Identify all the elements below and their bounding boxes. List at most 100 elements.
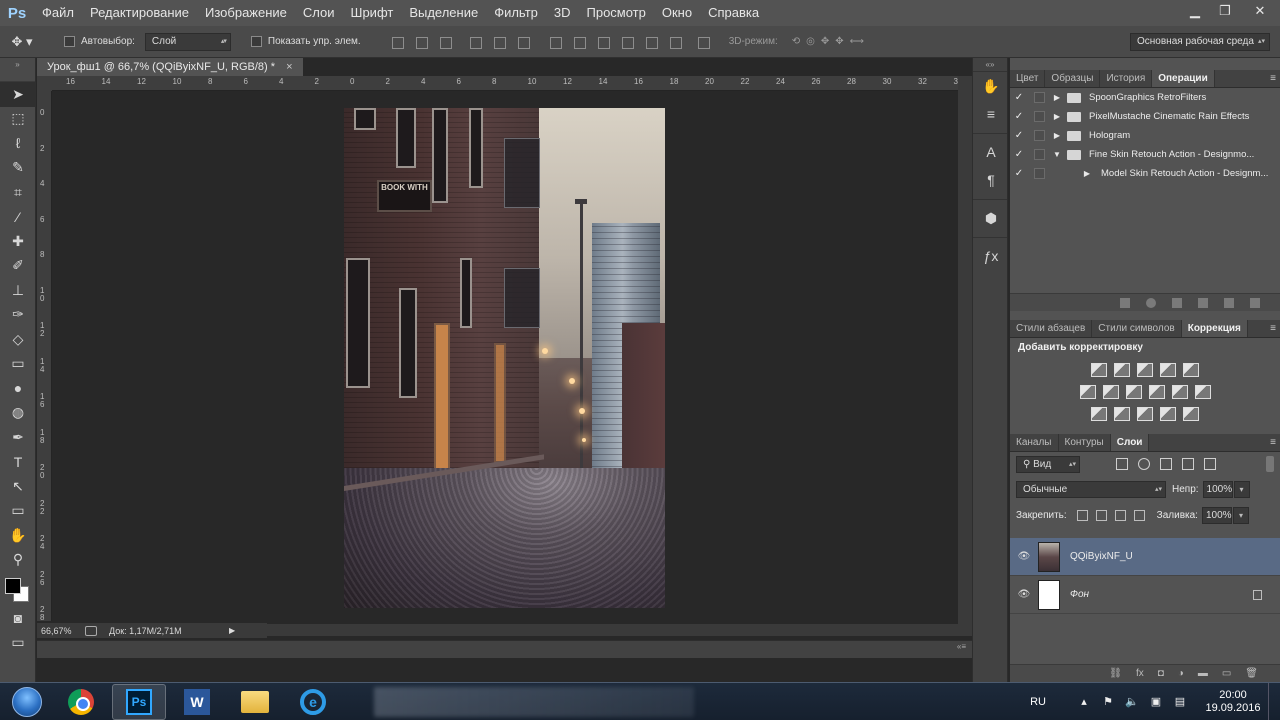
layer-row[interactable]: 👁 Фон xyxy=(1010,576,1280,614)
black-white-icon[interactable] xyxy=(1125,385,1142,399)
pen-tool-button[interactable]: ✒ xyxy=(0,425,36,450)
language-indicator[interactable]: RU xyxy=(1030,696,1046,708)
3d-panel-icon[interactable]: ⬢ xyxy=(973,204,1009,232)
visibility-eye-icon[interactable]: 👁 xyxy=(1010,589,1038,600)
brush-settings-icon[interactable]: ≡ xyxy=(973,100,1009,128)
screen-mode-button[interactable]: ▭ xyxy=(0,631,36,656)
crop-tool-button[interactable]: ⌗ xyxy=(0,180,36,205)
menu-item-9[interactable]: Окно xyxy=(654,0,700,26)
panel-menu-icon[interactable]: «≡ xyxy=(957,642,966,651)
layer-thumbnail[interactable] xyxy=(1038,579,1060,610)
horizontal-ruler[interactable]: 16 14 12 10 8 6 4 2 0 2 4 6 8 10 12 14 16 18 20 22 24 26 28 30 3… xyxy=(52,76,958,91)
taskbar-word[interactable]: W xyxy=(170,684,224,720)
blur-tool-button[interactable]: ● xyxy=(0,376,36,401)
start-button[interactable] xyxy=(0,683,54,720)
layer-row[interactable]: 👁 QQiByixNF_U xyxy=(1010,538,1280,576)
channel-mixer-icon[interactable] xyxy=(1171,385,1188,399)
opacity-input[interactable]: 100% xyxy=(1202,480,1233,498)
layer-name[interactable]: QQiByixNF_U xyxy=(1070,551,1133,562)
distribute-left-icon[interactable] xyxy=(617,34,637,50)
exposure-icon[interactable] xyxy=(1160,363,1176,377)
delete-layer-icon[interactable]: 🗑 xyxy=(1245,668,1258,679)
status-info-icon[interactable] xyxy=(85,625,97,636)
quick-mask-button[interactable]: ◙ xyxy=(0,606,36,631)
distribute-vcenter-icon[interactable] xyxy=(569,34,589,50)
adjustments-panel-tab-2[interactable]: Коррекция xyxy=(1181,320,1248,337)
move-tool-icon[interactable]: ✥ ▾ xyxy=(0,34,44,50)
actions-panel-tab-2[interactable]: История xyxy=(1100,70,1153,87)
history-brush-tool-button[interactable]: ✑ xyxy=(0,303,36,328)
power-icon[interactable]: ▤ xyxy=(1173,695,1187,709)
tools-collapse-icon[interactable]: » xyxy=(0,58,35,82)
layers-panel-menu-icon[interactable]: ≡ xyxy=(1270,434,1276,452)
add-mask-icon[interactable]: ◘ xyxy=(1158,668,1164,679)
actions-panel-menu-icon[interactable]: ≡ xyxy=(1270,70,1276,88)
action-dialog-toggle[interactable] xyxy=(1034,130,1045,141)
align-right-icon[interactable] xyxy=(513,34,533,50)
filter-toggle[interactable] xyxy=(1266,456,1274,472)
brush-tool-button[interactable]: ✐ xyxy=(0,254,36,279)
healing-tool-button[interactable]: ✚ xyxy=(0,229,36,254)
taskbar-chrome[interactable] xyxy=(54,684,108,720)
horizontal-scrollbar[interactable] xyxy=(252,624,958,636)
action-center-icon[interactable]: ⚑ xyxy=(1101,695,1115,709)
layers-panel-tab-0[interactable]: Каналы xyxy=(1010,434,1059,451)
menu-item-4[interactable]: Шрифт xyxy=(343,0,402,26)
play-icon[interactable] xyxy=(1172,297,1182,308)
color-lookup-icon[interactable] xyxy=(1194,385,1211,399)
autoselect-checkbox[interactable] xyxy=(64,36,75,47)
gradient-tool-button[interactable]: ▭ xyxy=(0,352,36,377)
opacity-dropdown-icon[interactable]: ▾ xyxy=(1233,480,1250,498)
collapsed-triangle-icon[interactable]: ▶ xyxy=(1051,112,1063,121)
action-toggle-check-icon[interactable]: ✓ xyxy=(1010,111,1028,122)
filter-smart-object-icon[interactable] xyxy=(1204,458,1216,470)
collapsed-triangle-icon[interactable]: ▶ xyxy=(1051,93,1063,102)
expanded-triangle-icon[interactable]: ▼ xyxy=(1051,150,1063,159)
autoselect-dropdown[interactable]: Слой xyxy=(144,32,231,51)
threshold-icon[interactable] xyxy=(1137,407,1153,421)
lock-image-icon[interactable] xyxy=(1095,509,1107,521)
record-icon[interactable] xyxy=(1146,297,1156,308)
layers-panel-tab-1[interactable]: Контуры xyxy=(1059,434,1111,451)
align-top-icon[interactable] xyxy=(387,34,407,50)
dodge-tool-button[interactable]: ◍ xyxy=(0,401,36,426)
vertical-scrollbar[interactable] xyxy=(958,76,972,636)
menu-item-1[interactable]: Редактирование xyxy=(82,0,197,26)
color-balance-icon[interactable] xyxy=(1102,385,1119,399)
distribute-hcenter-icon[interactable] xyxy=(641,34,661,50)
link-layers-icon[interactable]: ⛓ xyxy=(1109,668,1122,679)
menu-item-3[interactable]: Слои xyxy=(295,0,343,26)
action-toggle-check-icon[interactable]: ✓ xyxy=(1010,130,1028,141)
ruler-corner[interactable] xyxy=(37,76,52,91)
blend-mode-dropdown[interactable]: Обычные xyxy=(1016,480,1166,498)
foreground-color-swatch[interactable] xyxy=(5,578,21,594)
filter-type-icon[interactable] xyxy=(1160,458,1172,470)
actions-panel-tab-0[interactable]: Цвет xyxy=(1010,70,1046,87)
brush-presets-icon[interactable]: ✋ xyxy=(973,72,1009,100)
action-toggle-check-icon[interactable]: ✓ xyxy=(1010,168,1028,179)
curves-icon[interactable] xyxy=(1137,363,1153,377)
lock-position-icon[interactable] xyxy=(1114,509,1126,521)
taskbar-photoshop[interactable]: Ps xyxy=(112,683,166,720)
new-group-icon[interactable]: ▬ xyxy=(1198,668,1208,679)
show-desktop-button[interactable] xyxy=(1268,682,1280,720)
menu-item-8[interactable]: Просмотр xyxy=(579,0,654,26)
auto-align-icon[interactable] xyxy=(693,34,713,50)
stamp-tool-button[interactable]: ⊥ xyxy=(0,278,36,303)
levels-icon[interactable] xyxy=(1114,363,1130,377)
timeline-panel-collapsed[interactable]: «≡ xyxy=(37,640,972,658)
new-adjustment-icon[interactable]: ◑ xyxy=(1178,668,1184,679)
new-set-icon[interactable] xyxy=(1198,297,1208,308)
shape-tool-button[interactable]: ▭ xyxy=(0,499,36,524)
action-toggle-check-icon[interactable]: ✓ xyxy=(1010,149,1028,160)
actions-panel-tab-1[interactable]: Образцы xyxy=(1045,70,1101,87)
adjustments-panel-menu-icon[interactable]: ≡ xyxy=(1270,320,1276,338)
3d-mode-icons[interactable]: ⟲◎✥✥⟷ xyxy=(792,36,870,47)
layers-panel-tab-2[interactable]: Слои xyxy=(1110,434,1150,451)
vibrance-icon[interactable] xyxy=(1183,363,1199,377)
action-item[interactable]: ✓ ▶ Model Skin Retouch Action - Designm... xyxy=(1010,164,1280,183)
taskbar-ie[interactable]: e xyxy=(286,684,340,720)
distribute-bottom-icon[interactable] xyxy=(593,34,613,50)
fill-input[interactable]: 100% xyxy=(1201,506,1232,524)
eyedropper-tool-button[interactable]: ⁄ xyxy=(0,205,36,230)
